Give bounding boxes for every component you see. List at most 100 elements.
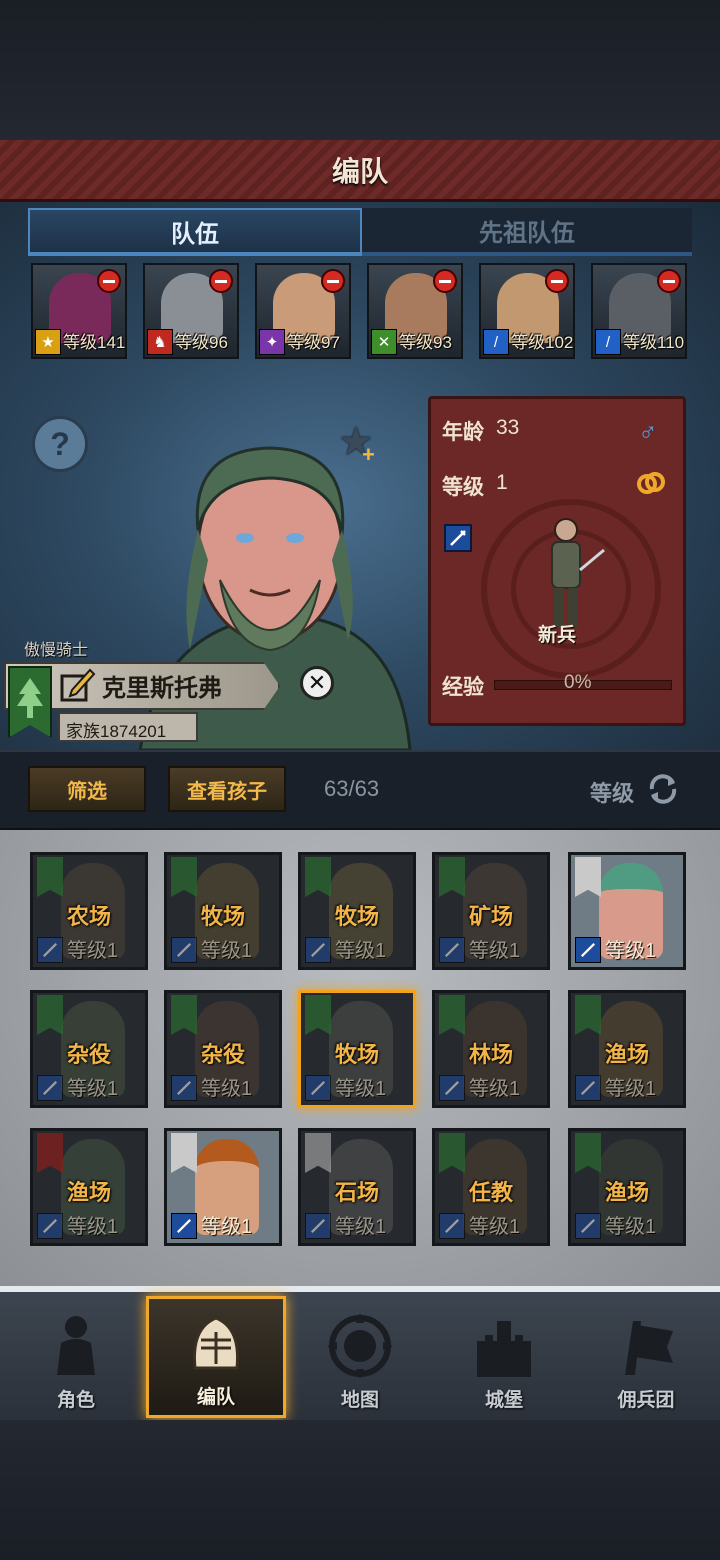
close-icon[interactable]: ✕ bbox=[300, 666, 334, 700]
roster-level: 等级1 bbox=[67, 1078, 119, 1100]
character-name: 克里斯托弗 bbox=[102, 675, 222, 702]
team-member-slot[interactable]: / 等级102 bbox=[479, 263, 575, 359]
remove-member-icon[interactable] bbox=[657, 269, 681, 293]
roster-level: 等级1 bbox=[605, 1078, 657, 1100]
sword-class-icon bbox=[439, 1075, 465, 1101]
roster-level: 等级1 bbox=[469, 1216, 521, 1238]
view-children-button[interactable]: 查看孩子 bbox=[168, 766, 286, 812]
rank-flag-icon bbox=[171, 1133, 197, 1173]
rank-flag-icon bbox=[305, 1133, 331, 1173]
roster-level: 等级1 bbox=[201, 1216, 253, 1238]
male-gender-icon: ♂ bbox=[638, 416, 658, 446]
roster-level: 等级1 bbox=[605, 1216, 657, 1238]
family-banner-icon bbox=[37, 1133, 63, 1173]
roster-card[interactable]: 农场 等级1 bbox=[30, 852, 148, 970]
team-member-slot[interactable]: ♞ 等级96 bbox=[143, 263, 239, 359]
nav-formation[interactable]: 编队 bbox=[146, 1296, 286, 1418]
tab-team[interactable]: 队伍 bbox=[28, 208, 362, 256]
job-label: 农场 bbox=[66, 904, 111, 929]
title-bar: 编队 bbox=[0, 140, 720, 202]
roster-card[interactable]: 石场 等级1 bbox=[298, 1128, 416, 1246]
sort-label[interactable]: 等级 bbox=[590, 776, 634, 808]
roster-card[interactable]: 渔场 等级1 bbox=[568, 990, 686, 1108]
roster-card[interactable]: 杂役 等级1 bbox=[164, 990, 282, 1108]
roster-card[interactable]: 牧场 等级1 bbox=[298, 852, 416, 970]
sword-class-icon bbox=[575, 1213, 601, 1239]
nav-label: 城堡 bbox=[484, 1390, 523, 1411]
rank-flag-icon bbox=[575, 857, 601, 897]
roster-level: 等级1 bbox=[469, 940, 521, 962]
remove-member-icon[interactable] bbox=[97, 269, 121, 293]
edit-name-icon[interactable] bbox=[60, 666, 96, 702]
exp-percent: 0% bbox=[564, 672, 592, 693]
roster-card-selected[interactable]: 牧场 等级1 bbox=[298, 990, 416, 1108]
family-banner-icon bbox=[171, 995, 197, 1035]
page-title: 编队 bbox=[331, 155, 388, 187]
family-banner-icon bbox=[305, 995, 331, 1035]
member-class-icon: ★ bbox=[35, 329, 61, 355]
nav-label: 地图 bbox=[340, 1390, 379, 1411]
member-level: 等级97 bbox=[287, 333, 340, 352]
nav-character[interactable]: 角色 bbox=[6, 1296, 146, 1418]
roster-level: 等级1 bbox=[201, 940, 253, 962]
member-level: 等级96 bbox=[175, 333, 228, 352]
help-icon[interactable]: ? bbox=[32, 416, 88, 472]
roster-level: 等级1 bbox=[335, 1216, 387, 1238]
roster-card[interactable]: 任教 等级1 bbox=[432, 1128, 550, 1246]
nav-map[interactable]: 地图 bbox=[290, 1296, 430, 1418]
roster-level: 等级1 bbox=[67, 1216, 119, 1238]
roster-card[interactable]: 林场 等级1 bbox=[432, 990, 550, 1108]
sword-class-icon bbox=[305, 1213, 331, 1239]
team-member-slot[interactable]: ✦ 等级97 bbox=[255, 263, 351, 359]
character-title-label: 傲慢骑士 bbox=[24, 642, 89, 659]
tab-ancestor-team[interactable]: 先祖队伍 bbox=[362, 208, 692, 256]
team-member-slot[interactable]: ✕ 等级93 bbox=[367, 263, 463, 359]
nav-mercenary[interactable]: 佣兵团 bbox=[576, 1296, 716, 1418]
member-level: 等级93 bbox=[399, 333, 452, 352]
member-level: 等级141 bbox=[63, 333, 126, 352]
sword-class-icon bbox=[444, 524, 472, 552]
sword-class-icon bbox=[305, 1075, 331, 1101]
roster-card[interactable]: 渔场 等级1 bbox=[30, 1128, 148, 1246]
job-label: 任教 bbox=[468, 1180, 513, 1205]
team-member-slot[interactable]: ★ 等级141 bbox=[31, 263, 127, 359]
job-label: 杂役 bbox=[200, 1042, 245, 1067]
job-label: 林场 bbox=[468, 1042, 513, 1067]
family-banner-icon bbox=[575, 1133, 601, 1173]
remove-member-icon[interactable] bbox=[321, 269, 345, 293]
compass-map-icon bbox=[327, 1313, 393, 1379]
member-class-icon: ✦ bbox=[259, 329, 285, 355]
marriage-rings-icon[interactable] bbox=[636, 470, 666, 496]
refresh-sort-icon[interactable] bbox=[646, 772, 680, 806]
family-banner-icon bbox=[171, 857, 197, 897]
bottom-background bbox=[0, 1420, 720, 1560]
sword-class-icon bbox=[37, 1213, 63, 1239]
roster-card[interactable]: 等级1 bbox=[164, 1128, 282, 1246]
roster-level: 等级1 bbox=[469, 1078, 521, 1100]
top-background bbox=[0, 0, 720, 140]
age-value: 33 bbox=[496, 416, 520, 439]
age-label: 年龄 bbox=[442, 421, 484, 444]
nav-castle[interactable]: 城堡 bbox=[434, 1296, 574, 1418]
mercenary-banner-icon bbox=[625, 1321, 673, 1375]
roster-grid: 农场 等级1 牧场 等级1 牧场 等级1 矿场 等级1 等级1 杂役 等级1 杂… bbox=[0, 830, 720, 1290]
sword-class-icon bbox=[305, 937, 331, 963]
job-label: 渔场 bbox=[604, 1042, 649, 1067]
job-label: 矿场 bbox=[468, 904, 513, 929]
member-class-icon: ♞ bbox=[147, 329, 173, 355]
remove-member-icon[interactable] bbox=[433, 269, 457, 293]
roster-card[interactable]: 渔场 等级1 bbox=[568, 1128, 686, 1246]
roster-card[interactable]: 等级1 bbox=[568, 852, 686, 970]
roster-card[interactable]: 矿场 等级1 bbox=[432, 852, 550, 970]
team-member-slot[interactable]: / 等级110 bbox=[591, 263, 687, 359]
remove-member-icon[interactable] bbox=[209, 269, 233, 293]
team-tabs: 队伍 先祖队伍 bbox=[28, 208, 692, 256]
roster-level: 等级1 bbox=[335, 940, 387, 962]
roster-card[interactable]: 牧场 等级1 bbox=[164, 852, 282, 970]
roster-card[interactable]: 杂役 等级1 bbox=[30, 990, 148, 1108]
family-banner-icon bbox=[439, 1133, 465, 1173]
roster-level: 等级1 bbox=[605, 940, 657, 962]
remove-member-icon[interactable] bbox=[545, 269, 569, 293]
family-id: 家族1874201 bbox=[66, 722, 167, 741]
filter-button[interactable]: 筛选 bbox=[28, 766, 146, 812]
